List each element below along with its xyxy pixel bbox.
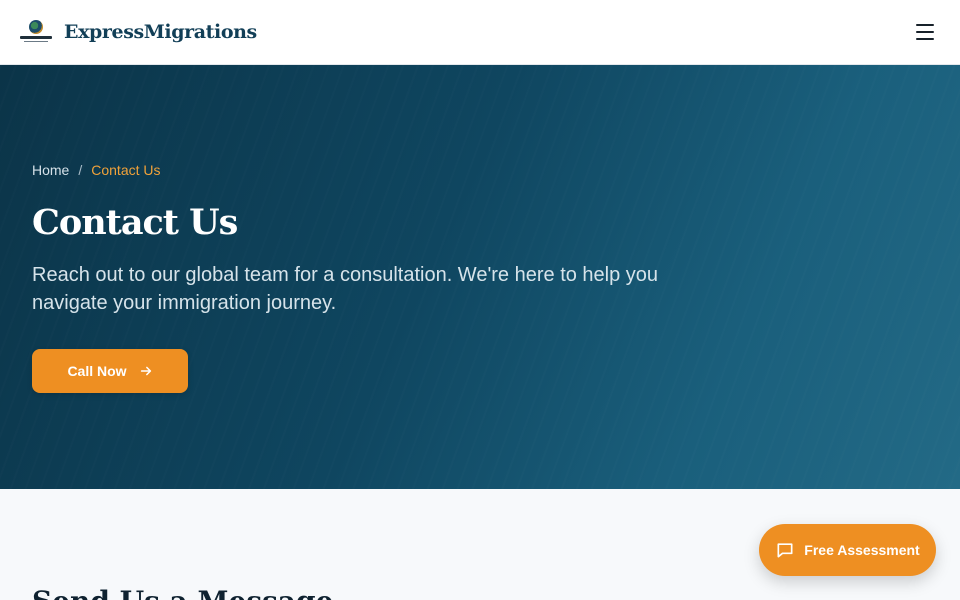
brand-logo-link[interactable]: ExpressMigrations [20, 20, 257, 44]
arrow-right-icon [140, 366, 151, 376]
breadcrumb-home-link[interactable]: Home [32, 162, 69, 178]
free-assessment-button[interactable]: Free Assessment [759, 524, 936, 576]
section-title: Send Us a Message [32, 585, 333, 600]
call-now-label: Call Now [67, 363, 127, 379]
breadcrumb-current: Contact Us [91, 162, 161, 178]
site-header: ExpressMigrations [0, 0, 960, 65]
hero-banner: Home / Contact Us Contact Us Reach out t… [0, 65, 960, 489]
breadcrumb-separator: / [78, 162, 83, 178]
free-assessment-label: Free Assessment [804, 542, 920, 558]
breadcrumb: Home / Contact Us [32, 162, 161, 178]
globe-logo-icon [20, 20, 52, 44]
page-subtitle: Reach out to our global team for a consu… [32, 264, 659, 314]
hamburger-menu-icon[interactable] [914, 22, 936, 42]
call-now-button[interactable]: Call Now [32, 349, 188, 393]
chat-bubble-icon [777, 543, 793, 558]
brand-name: ExpressMigrations [64, 21, 257, 43]
page-title: Contact Us [32, 202, 238, 243]
